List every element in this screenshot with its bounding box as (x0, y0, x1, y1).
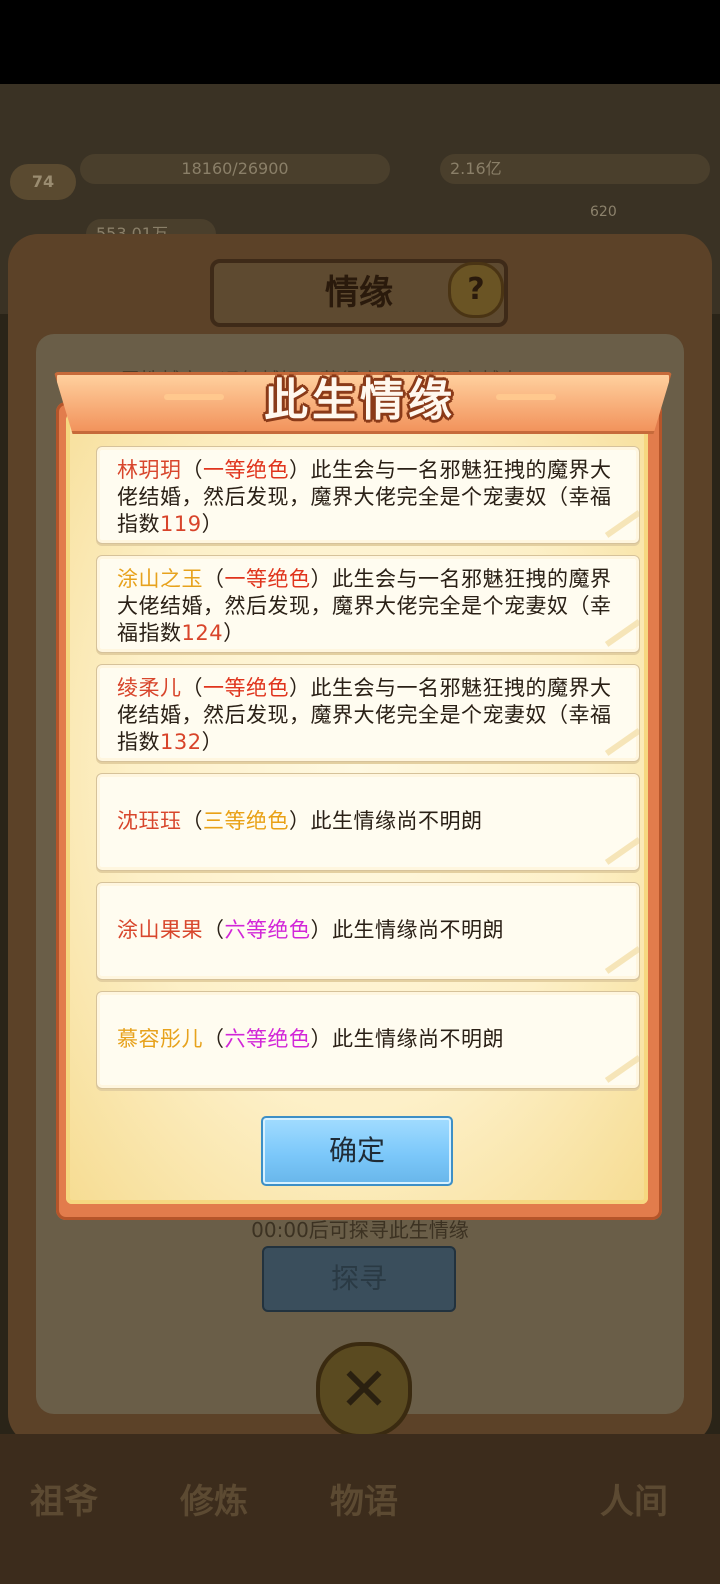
paren-open: （ (203, 1027, 225, 1051)
maiden-name: 林玥玥 (117, 458, 182, 482)
paren-close: ） (310, 1027, 332, 1051)
nav-item-cultivate[interactable]: 修炼 (180, 1474, 248, 1523)
fate-card: 涂山果果（六等绝色）此生情缘尚不明朗 (96, 882, 640, 980)
card-decoration (604, 1055, 639, 1083)
dialog-title: 此生情缘 (264, 375, 456, 426)
paren-close: ） (201, 730, 224, 754)
paren-close: ） (223, 621, 245, 645)
close-icon[interactable]: ✕ (316, 1342, 412, 1438)
player-level-badge: 74 (10, 164, 76, 200)
paren-close: ） (310, 918, 332, 942)
card-decoration (604, 837, 639, 865)
beauty-grade: 一等绝色 (224, 567, 311, 591)
power-value: 2.16亿 (440, 154, 710, 184)
maiden-name: 绫柔儿 (117, 676, 182, 700)
help-icon[interactable]: ? (448, 262, 504, 318)
fate-card: 沈珏珏（三等绝色）此生情缘尚不明朗 (96, 773, 640, 871)
fate-card-text: 慕容彤儿（六等绝色）此生情缘尚不明朗 (117, 1026, 623, 1053)
fate-result-dialog: 林玥玥（一等绝色）此生会与一名邪魅狂拽的魔界大佬结婚，然后发现，魔界大佬完全是个… (54, 372, 672, 1222)
paren-close: ） (289, 458, 311, 482)
fate-card-text: 涂山果果（六等绝色）此生情缘尚不明朗 (117, 917, 623, 944)
paren-close: ） (310, 567, 332, 591)
dialog-body: 林玥玥（一等绝色）此生会与一名邪魅狂拽的魔界大佬结婚，然后发现，魔界大佬完全是个… (66, 414, 648, 1204)
fate-card-text: 沈珏珏（三等绝色）此生情缘尚不明朗 (117, 808, 623, 835)
paren-close: ） (201, 512, 224, 536)
stat-a: 620 (590, 204, 617, 220)
fate-card: 慕容彤儿（六等绝色）此生情缘尚不明朗 (96, 991, 640, 1089)
beauty-grade: 三等绝色 (203, 809, 289, 833)
paren-open: （ (203, 918, 225, 942)
happiness-value: 119 (160, 512, 202, 536)
paren-open: （ (568, 594, 590, 618)
explore-button[interactable]: 探寻 (262, 1246, 456, 1312)
fate-card-text: 绫柔儿（一等绝色）此生会与一名邪魅狂拽的魔界大佬结婚，然后发现，魔界大佬完全是个… (117, 675, 623, 756)
beauty-grade: 六等绝色 (224, 1027, 311, 1051)
fate-card: 涂山之玉（一等绝色）此生会与一名邪魅狂拽的魔界大佬结婚，然后发现，魔界大佬完全是… (96, 555, 640, 653)
maiden-name: 涂山果果 (117, 918, 203, 942)
fate-description: 此生情缘尚不明朗 (332, 918, 504, 942)
fate-card: 林玥玥（一等绝色）此生会与一名邪魅狂拽的魔界大佬结婚，然后发现，魔界大佬完全是个… (96, 446, 640, 544)
paren-open: （ (181, 458, 203, 482)
fate-card-text: 林玥玥（一等绝色）此生会与一名邪魅狂拽的魔界大佬结婚，然后发现，魔界大佬完全是个… (117, 457, 623, 538)
maiden-name: 涂山之玉 (117, 567, 203, 591)
maiden-name: 沈珏珏 (117, 809, 182, 833)
exp-bar: 18160/26900 (80, 154, 390, 184)
paren-open: （ (547, 703, 569, 727)
paren-open: （ (181, 676, 203, 700)
fate-description: 此生情缘尚不明朗 (310, 809, 483, 833)
paren-close: ） (289, 809, 311, 833)
paren-close: ） (289, 676, 311, 700)
card-decoration (604, 946, 639, 974)
fate-card-text: 涂山之玉（一等绝色）此生会与一名邪魅狂拽的魔界大佬结婚，然后发现，魔界大佬完全是… (117, 566, 623, 647)
paren-open: （ (547, 485, 569, 509)
paren-open: （ (181, 809, 203, 833)
beauty-grade: 一等绝色 (203, 458, 289, 482)
happiness-value: 132 (160, 730, 202, 754)
paren-open: （ (203, 567, 225, 591)
nav-item-stories[interactable]: 物语 (330, 1474, 398, 1523)
beauty-grade: 一等绝色 (203, 676, 289, 700)
beauty-grade: 六等绝色 (224, 918, 311, 942)
fate-description: 此生情缘尚不明朗 (332, 1027, 504, 1051)
happiness-value: 124 (181, 621, 224, 645)
nav-item-ancestor[interactable]: 祖爷 (30, 1474, 98, 1523)
fate-card: 绫柔儿（一等绝色）此生会与一名邪魅狂拽的魔界大佬结婚，然后发现，魔界大佬完全是个… (96, 664, 640, 762)
maiden-name: 慕容彤儿 (117, 1027, 203, 1051)
nav-item-world[interactable]: 人间 (600, 1474, 668, 1523)
confirm-button-label: 确定 (328, 1134, 385, 1167)
confirm-button[interactable]: 确定 (261, 1116, 453, 1186)
